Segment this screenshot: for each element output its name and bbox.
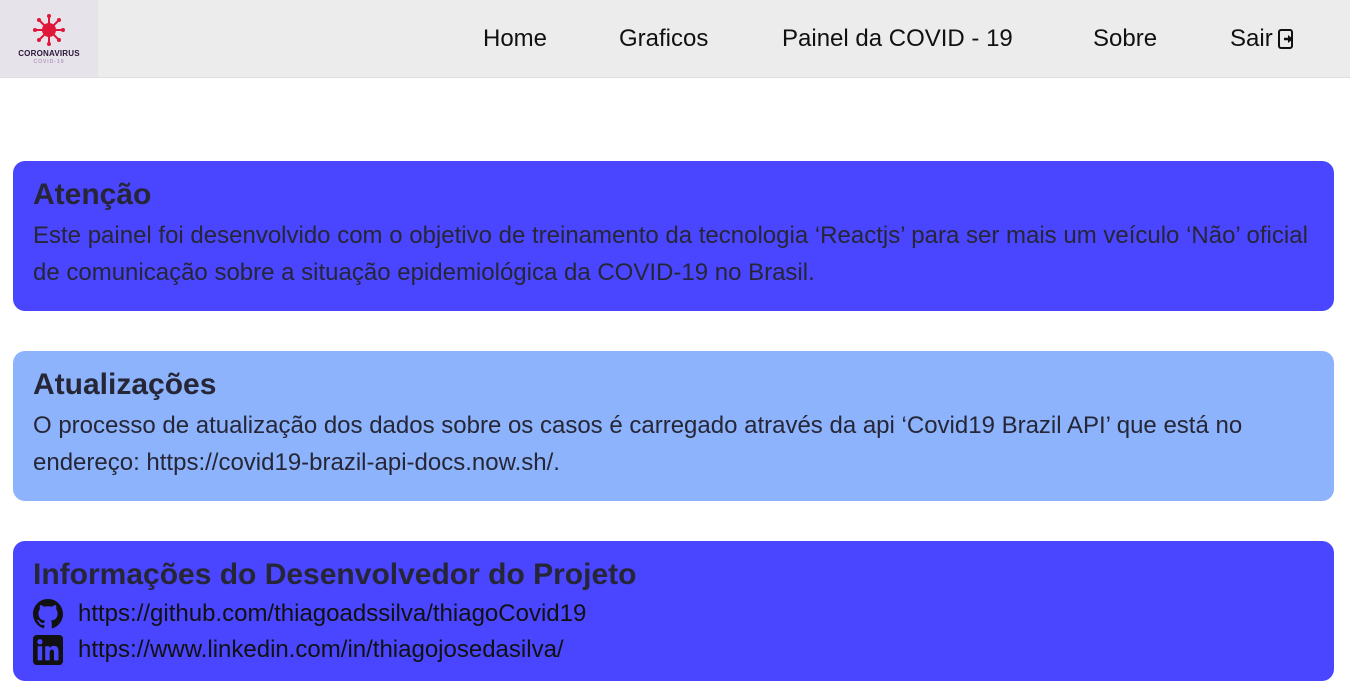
navbar: CORONAVIRUS COVID-19 Home Graficos Paine… <box>0 0 1350 78</box>
logo-title: CORONAVIRUS <box>18 48 80 58</box>
nav-sair-label: Sair <box>1230 25 1273 52</box>
virus-icon <box>33 13 65 46</box>
developer-info-card: Informações do Desenvolvedor do Projeto … <box>13 541 1334 681</box>
linkedin-icon <box>33 635 63 665</box>
nav-sair-link[interactable]: Sair <box>1230 24 1296 53</box>
coronavirus-logo[interactable]: CORONAVIRUS COVID-19 <box>0 0 98 77</box>
nav-graficos-link[interactable]: Graficos <box>619 24 708 53</box>
logo-subtitle: COVID-19 <box>33 58 65 65</box>
atencao-text: Este painel foi desenvolvido com o objet… <box>33 222 1308 286</box>
atualizacoes-card: Atualizações O processo de atualização d… <box>13 351 1334 501</box>
nav-home-link[interactable]: Home <box>483 24 547 53</box>
github-link-row[interactable]: https://github.com/thiagoadssilva/thiago… <box>33 599 1314 629</box>
atencao-card: Atenção Este painel foi desenvolvido com… <box>13 161 1334 311</box>
atualizacoes-text: O processo de atualização dos dados sobr… <box>33 412 1243 476</box>
nav-sobre-link[interactable]: Sobre <box>1093 24 1157 53</box>
github-link[interactable]: https://github.com/thiagoadssilva/thiago… <box>78 600 586 628</box>
sign-out-icon <box>1277 28 1293 49</box>
developer-info-title: Informações do Desenvolvedor do Projeto <box>33 558 637 591</box>
atualizacoes-title: Atualizações <box>33 368 217 401</box>
nav-painel-link[interactable]: Painel da COVID - 19 <box>782 24 1013 53</box>
github-icon <box>33 599 63 629</box>
linkedin-link-row[interactable]: https://www.linkedin.com/in/thiagojoseda… <box>33 635 1314 665</box>
atencao-title: Atenção <box>33 178 152 211</box>
